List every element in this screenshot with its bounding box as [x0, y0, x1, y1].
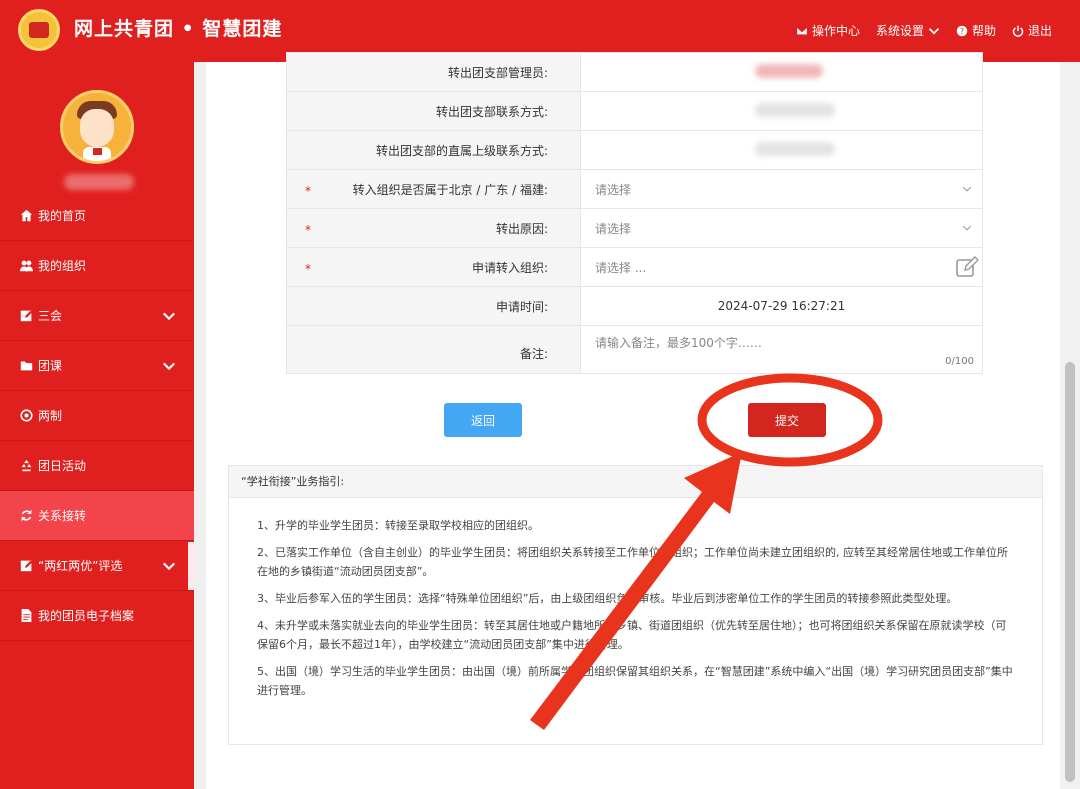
- avatar[interactable]: [60, 90, 134, 164]
- document-icon: [21, 609, 32, 622]
- chevron-down-icon: [928, 27, 940, 35]
- chevron-down-icon: [163, 312, 175, 321]
- required-mark: *: [305, 223, 311, 237]
- guide-panel: “学社衔接”业务指引: 1、升学的毕业学生团员：转接至录取学校相应的团组织。 2…: [228, 465, 1043, 745]
- page-scrollbar[interactable]: [1060, 62, 1080, 789]
- form-label: 申请时间:: [286, 286, 581, 326]
- sidebar-item-two-systems[interactable]: 两制: [0, 391, 194, 441]
- form-row: * 申请转入组织: 请选择 ...: [286, 247, 983, 287]
- edit-icon: [20, 560, 33, 572]
- char-counter: 0/100: [945, 356, 974, 367]
- form-row: 转出团支部联系方式:: [286, 91, 983, 131]
- sidebar-menu: 我的首页 我的组织 三会 团课 两制 团日活动 关系接转 “两红两优”评选 我的…: [0, 191, 194, 641]
- form-label: 转出团支部联系方式:: [286, 91, 581, 131]
- region-select[interactable]: 请选择: [580, 169, 983, 209]
- refresh-icon: [21, 509, 32, 522]
- nav-system-settings[interactable]: 系统设置: [876, 22, 940, 39]
- guide-title: “学社衔接”业务指引:: [229, 466, 1042, 498]
- target-org-picker[interactable]: 请选择 ...: [580, 247, 983, 287]
- user-name-redacted: [64, 174, 134, 190]
- form-label: * 转入组织是否属于北京 / 广东 / 福建:: [286, 169, 581, 209]
- chevron-down-icon: [962, 225, 972, 231]
- required-mark: *: [305, 262, 311, 276]
- top-nav: 操作中心 系统设置 ? 帮助 退出: [796, 22, 1052, 39]
- required-mark: *: [305, 184, 311, 198]
- form-label: * 申请转入组织:: [286, 247, 581, 287]
- form-label: * 转出原因:: [286, 208, 581, 248]
- list-item: 4、未升学或未落实就业去向的毕业学生团员：转至其居住地或户籍地所在乡镇、街道团组…: [257, 619, 1007, 651]
- power-icon: [1012, 25, 1024, 37]
- main-content: 转出团支部管理员: 转出团支部联系方式: 转出团支部的直属上级联系方式: * 转入…: [206, 52, 1060, 789]
- edit-icon[interactable]: [956, 256, 980, 278]
- form-row: * 转入组织是否属于北京 / 广东 / 福建: 请选择: [286, 169, 983, 209]
- form-value-redacted: [580, 52, 983, 92]
- chevron-down-icon: [962, 186, 972, 192]
- target-icon: [20, 409, 33, 422]
- back-button[interactable]: 返回: [444, 403, 522, 437]
- form-row: 转出团支部管理员:: [286, 52, 983, 92]
- form-label: 转出团支部的直属上级联系方式:: [286, 130, 581, 170]
- form-value-redacted: [580, 91, 983, 131]
- reason-select[interactable]: 请选择: [580, 208, 983, 248]
- folder-icon: [20, 361, 33, 371]
- nav-help[interactable]: ? 帮助: [956, 22, 996, 39]
- sidebar-item-my-organization[interactable]: 我的组织: [0, 241, 194, 291]
- remark-textarea[interactable]: 请输入备注，最多100个字…… 0/100: [580, 325, 983, 374]
- list-item: 1、升学的毕业学生团员：转接至录取学校相应的团组织。: [257, 519, 539, 532]
- svg-text:?: ?: [960, 27, 964, 36]
- brand-title: 网上共青团 • 智慧团建: [74, 18, 283, 40]
- home-icon: [20, 209, 33, 222]
- nav-logout[interactable]: 退出: [1012, 22, 1052, 39]
- form-row: * 转出原因: 请选择: [286, 208, 983, 248]
- sidebar-item-league-class[interactable]: 团课: [0, 341, 194, 391]
- help-icon: ?: [956, 25, 968, 36]
- league-logo-icon: [18, 9, 60, 51]
- envelope-icon: [796, 26, 808, 35]
- form-row: 备注: 请输入备注，最多100个字…… 0/100: [286, 325, 983, 374]
- submit-button[interactable]: 提交: [748, 403, 826, 437]
- sidebar-item-home[interactable]: 我的首页: [0, 191, 194, 241]
- guide-list: 1、升学的毕业学生团员：转接至录取学校相应的团组织。 2、已落实工作单位（含自主…: [229, 498, 1042, 700]
- nav-operation-center[interactable]: 操作中心: [796, 22, 860, 39]
- form-label: 转出团支部管理员:: [286, 52, 581, 92]
- list-item: 3、毕业后参军入伍的学生团员：选择“特殊单位团组织”后，由上级团组织负责审核。毕…: [257, 592, 958, 605]
- edit-icon: [20, 310, 33, 322]
- users-icon: [20, 260, 33, 272]
- chevron-down-icon: [163, 562, 175, 571]
- form-row: 转出团支部的直属上级联系方式:: [286, 130, 983, 170]
- apply-time-value: 2024-07-29 16:27:21: [580, 286, 983, 326]
- sidebar-scrollbar[interactable]: [188, 542, 194, 590]
- sidebar-item-three-meetings[interactable]: 三会: [0, 291, 194, 341]
- sidebar-item-e-archive[interactable]: 我的团员电子档案: [0, 591, 194, 641]
- transfer-form: 转出团支部管理员: 转出团支部联系方式: 转出团支部的直属上级联系方式: * 转入…: [286, 52, 983, 374]
- recycle-icon: [21, 459, 32, 472]
- sidebar-item-league-day[interactable]: 团日活动: [0, 441, 194, 491]
- form-label: 备注:: [286, 325, 581, 374]
- scrollbar-thumb[interactable]: [1065, 362, 1075, 782]
- sidebar-item-relation-transfer[interactable]: 关系接转: [0, 491, 194, 541]
- form-row: 申请时间: 2024-07-29 16:27:21: [286, 286, 983, 326]
- form-value-redacted: [580, 130, 983, 170]
- sidebar-item-two-red-two-excellent[interactable]: “两红两优”评选: [0, 541, 194, 591]
- sidebar: 我的首页 我的组织 三会 团课 两制 团日活动 关系接转 “两红两优”评选 我的…: [0, 62, 194, 789]
- list-item: 2、已落实工作单位（含自主创业）的毕业学生团员：将团组织关系转接至工作单位团组织…: [257, 546, 1008, 578]
- chevron-down-icon: [163, 362, 175, 371]
- list-item: 5、出国（境）学习生活的毕业学生团员：由出国（境）前所属学校团组织保留其组织关系…: [257, 665, 1013, 697]
